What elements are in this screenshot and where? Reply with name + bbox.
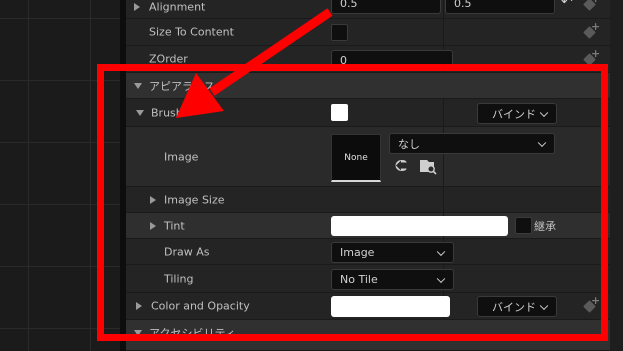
- designer-canvas[interactable]: [0, 0, 120, 351]
- draw-as-label: Draw As: [164, 245, 210, 258]
- alignment-row: Alignment 0.5 0.5 ↶: [126, 0, 610, 19]
- brush-bind-dropdown[interactable]: バインド: [477, 103, 557, 124]
- draw-as-value: Image: [340, 246, 375, 259]
- expand-arrow-icon[interactable]: [150, 195, 156, 204]
- details-scrollbar[interactable]: [610, 0, 623, 351]
- chevron-down-icon: [539, 301, 549, 310]
- chevron-down-icon: [436, 247, 446, 256]
- image-label: Image: [164, 150, 199, 163]
- color-opacity-bind-label: バインド: [492, 300, 536, 314]
- color-opacity-label: Color and Opacity: [151, 299, 250, 313]
- tint-inherit-label: 継承: [534, 219, 556, 233]
- image-asset-value: なし: [398, 137, 420, 151]
- draw-as-dropdown[interactable]: Image: [331, 242, 454, 263]
- alignment-y-field[interactable]: 0.5: [445, 0, 555, 14]
- tint-row: Tint 継承: [126, 213, 610, 239]
- size-to-content-row: Size To Content: [126, 19, 610, 46]
- expand-arrow-icon[interactable]: [150, 221, 156, 230]
- accessibility-section-label: アクセシビリティ: [149, 327, 236, 340]
- tiling-label: Tiling: [164, 272, 194, 285]
- tint-label: Tint: [164, 219, 185, 232]
- zorder-label: ZOrder: [149, 52, 188, 66]
- appearance-section-label: アピアランス: [149, 79, 215, 93]
- image-size-row: Image Size: [126, 187, 610, 213]
- size-to-content-label: Size To Content: [149, 25, 234, 39]
- brush-label: Brush: [151, 106, 183, 119]
- color-opacity-bind-dropdown[interactable]: バインド: [477, 296, 557, 317]
- expand-arrow-icon[interactable]: [136, 302, 142, 310]
- image-size-label: Image Size: [164, 193, 225, 206]
- expand-arrow-icon[interactable]: [134, 2, 140, 11]
- draw-as-row: Draw As Image: [126, 239, 610, 265]
- chevron-down-icon: [537, 138, 547, 147]
- use-selected-asset-icon[interactable]: ⮈: [395, 158, 407, 174]
- brush-color-swatch[interactable]: [331, 104, 348, 121]
- add-property-icon[interactable]: [582, 294, 600, 314]
- accessibility-section-header[interactable]: アクセシビリティ: [126, 320, 610, 351]
- collapse-arrow-icon[interactable]: [134, 330, 142, 336]
- tiling-dropdown[interactable]: No Tile: [331, 269, 454, 290]
- chevron-down-icon: [436, 274, 446, 283]
- browse-asset-icon[interactable]: [418, 158, 438, 175]
- tiling-row: Tiling No Tile: [126, 265, 610, 293]
- image-thumbnail[interactable]: None: [331, 134, 381, 182]
- alignment-x-field[interactable]: 0.5: [331, 0, 441, 14]
- tiling-value: No Tile: [340, 273, 378, 286]
- add-property-icon[interactable]: [582, 0, 600, 12]
- add-property-icon[interactable]: [582, 20, 600, 40]
- brush-bind-label: バインド: [492, 107, 536, 121]
- collapse-arrow-icon[interactable]: [136, 109, 144, 116]
- color-opacity-swatch[interactable]: [331, 296, 450, 317]
- zorder-field[interactable]: 0: [331, 50, 453, 70]
- alignment-label: Alignment: [149, 0, 206, 13]
- size-to-content-checkbox[interactable]: [331, 24, 348, 41]
- add-property-icon[interactable]: [582, 47, 600, 67]
- zorder-row: ZOrder 0: [126, 46, 610, 73]
- color-opacity-row: Color and Opacity バインド: [126, 293, 610, 320]
- tint-inherit-checkbox[interactable]: [515, 217, 532, 234]
- tint-color-swatch[interactable]: [331, 216, 508, 236]
- reset-arrow-icon[interactable]: ↶: [561, 0, 573, 9]
- image-thumbnail-label: None: [344, 152, 368, 163]
- brush-row: Brush バインド: [126, 99, 610, 127]
- collapse-arrow-icon[interactable]: [134, 82, 142, 89]
- appearance-section-header[interactable]: アピアランス: [126, 73, 610, 99]
- image-asset-dropdown[interactable]: なし: [389, 133, 555, 154]
- chevron-down-icon: [539, 108, 549, 117]
